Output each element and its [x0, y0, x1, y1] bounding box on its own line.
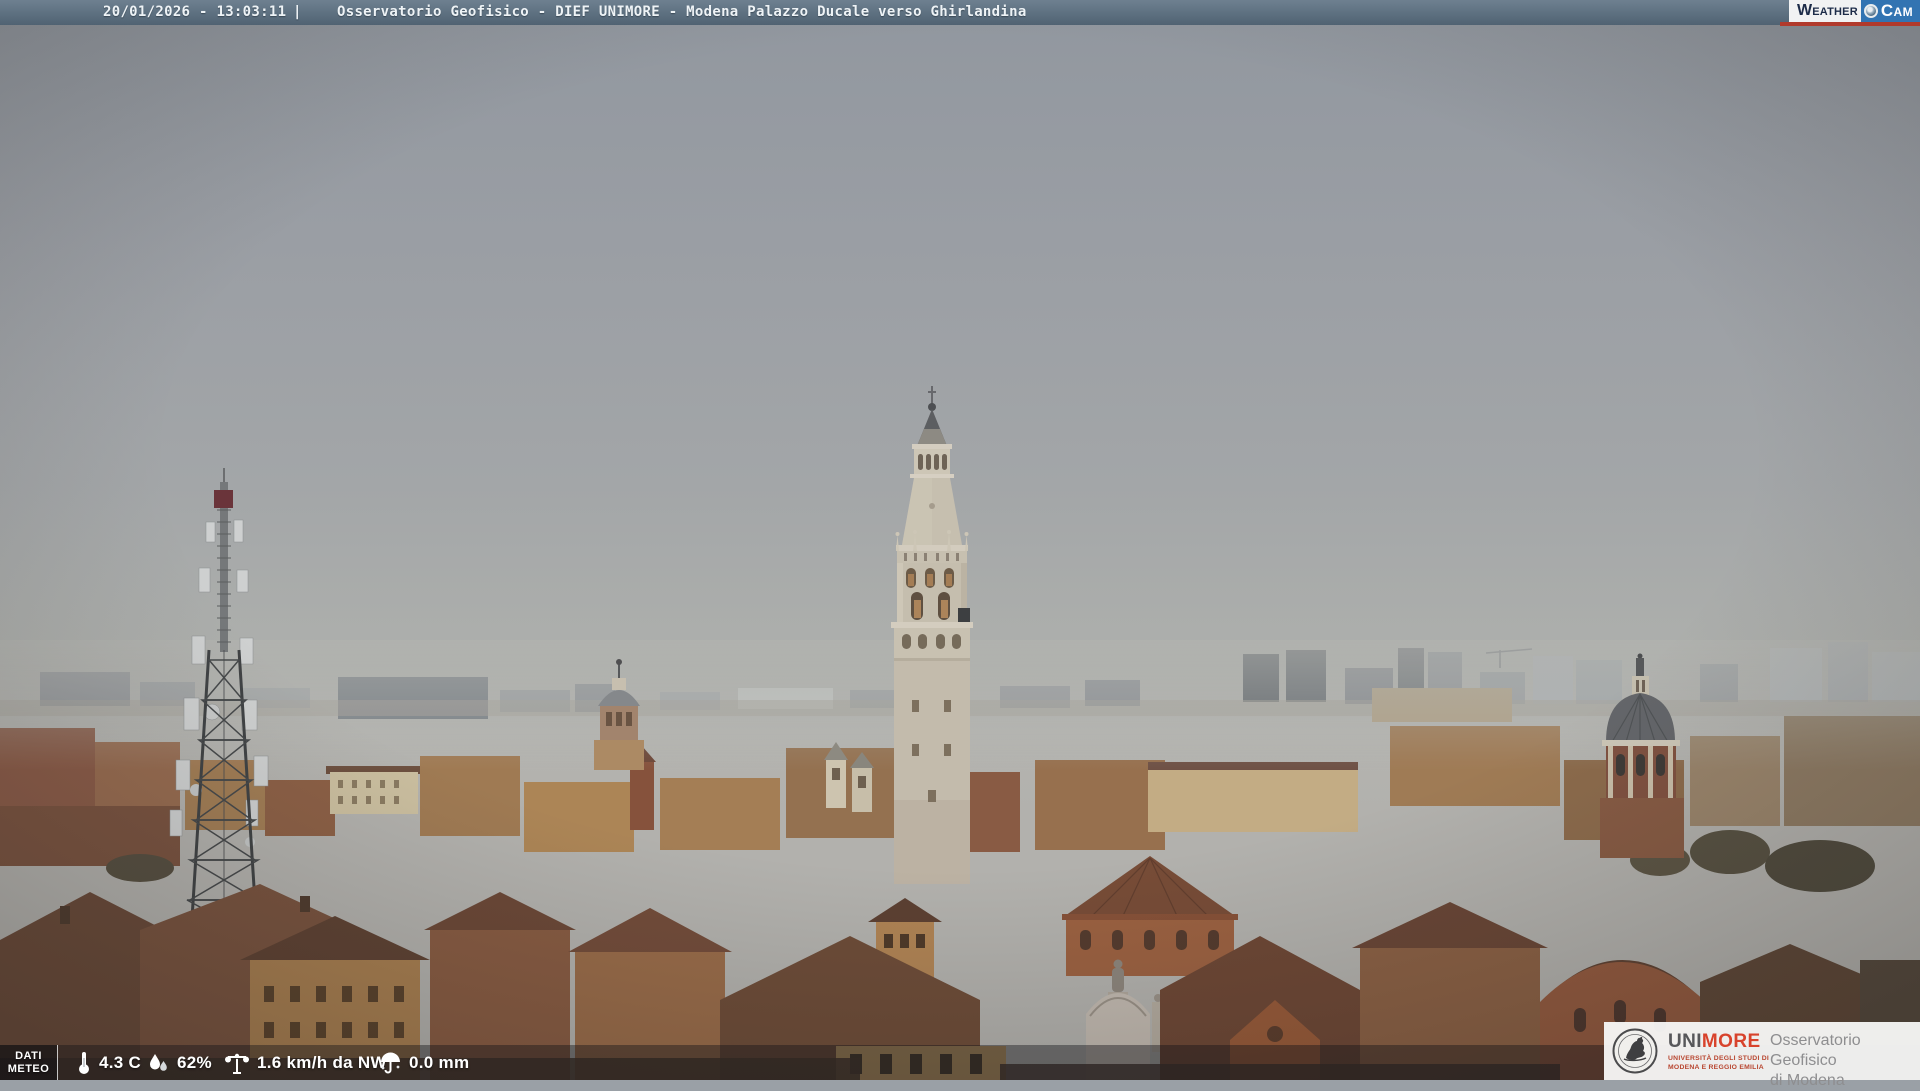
unimore-uni-text: UNI [1668, 1031, 1702, 1052]
wind-reading: 1.6 km/h da NW [224, 1045, 387, 1080]
dati-meteo-line2: METEO [7, 1062, 50, 1075]
rain-value: 0.0 mm [409, 1052, 470, 1072]
humidity-reading: 62% [146, 1045, 212, 1080]
weathercam-logo[interactable]: Weather Cam [1788, 0, 1920, 22]
temperature-value: 4.3 C [99, 1052, 142, 1072]
temperature-reading: 4.3 C [76, 1045, 141, 1080]
datetime-text: 20/01/2026 - 13:03:11 [103, 4, 287, 20]
weathercam-logo-weather-part: Weather [1788, 0, 1861, 22]
ghirlandina-tower [891, 386, 973, 884]
humidity-drops-icon [150, 1053, 167, 1071]
observatory-name-line1: Osservatorio Geofisico [1770, 1032, 1861, 1069]
dati-meteo-label: DATI METEO [0, 1045, 58, 1080]
thermometer-icon [79, 1051, 89, 1074]
unimore-seal-icon [1612, 1028, 1658, 1074]
observatory-name: Osservatorio Geofisico di Modena [1770, 1031, 1920, 1091]
title-separator: | [293, 4, 302, 20]
anemometer-wind-icon [225, 1053, 249, 1074]
unimore-wordmark: UNIMORE [1668, 1031, 1761, 1053]
observatory-name-line2: di Modena [1770, 1072, 1845, 1089]
unimore-subtitle-line2: MODENA E REGGIO EMILIA [1668, 1063, 1764, 1071]
camera-lens-dot-icon [1863, 4, 1878, 18]
dati-meteo-line1: DATI [15, 1049, 42, 1062]
weathercam-cam-text: Cam [1880, 1, 1913, 20]
wind-value: 1.6 km/h da NW [257, 1052, 387, 1072]
unimore-subtitle: UNIVERSITÀ DEGLI STUDI DI MODENA E REGGI… [1668, 1055, 1769, 1073]
unimore-subtitle-line1: UNIVERSITÀ DEGLI STUDI DI [1668, 1055, 1770, 1062]
weathercam-weather-text: Weather [1796, 2, 1858, 19]
webcam-photo [0, 386, 1920, 1080]
umbrella-rain-icon [381, 1052, 400, 1073]
red-mast-panel [214, 490, 233, 508]
webcam-title: Osservatorio Geofisico - DIEF UNIMORE - … [337, 4, 1027, 20]
rain-reading: 0.0 mm [378, 1045, 469, 1080]
top-status-bar: 20/01/2026 - 13:03:11 | Osservatorio Geo… [0, 0, 1920, 25]
unimore-logo-plate[interactable]: UNIMORE UNIVERSITÀ DEGLI STUDI DI MODENA… [1604, 1022, 1920, 1089]
humidity-value: 62% [177, 1052, 212, 1072]
weathercam-red-underline [1780, 22, 1920, 26]
unimore-more-text: MORE [1701, 1031, 1761, 1052]
apse-cone-roof [1062, 856, 1238, 918]
weathercam-logo-cam-part: Cam [1860, 0, 1920, 22]
